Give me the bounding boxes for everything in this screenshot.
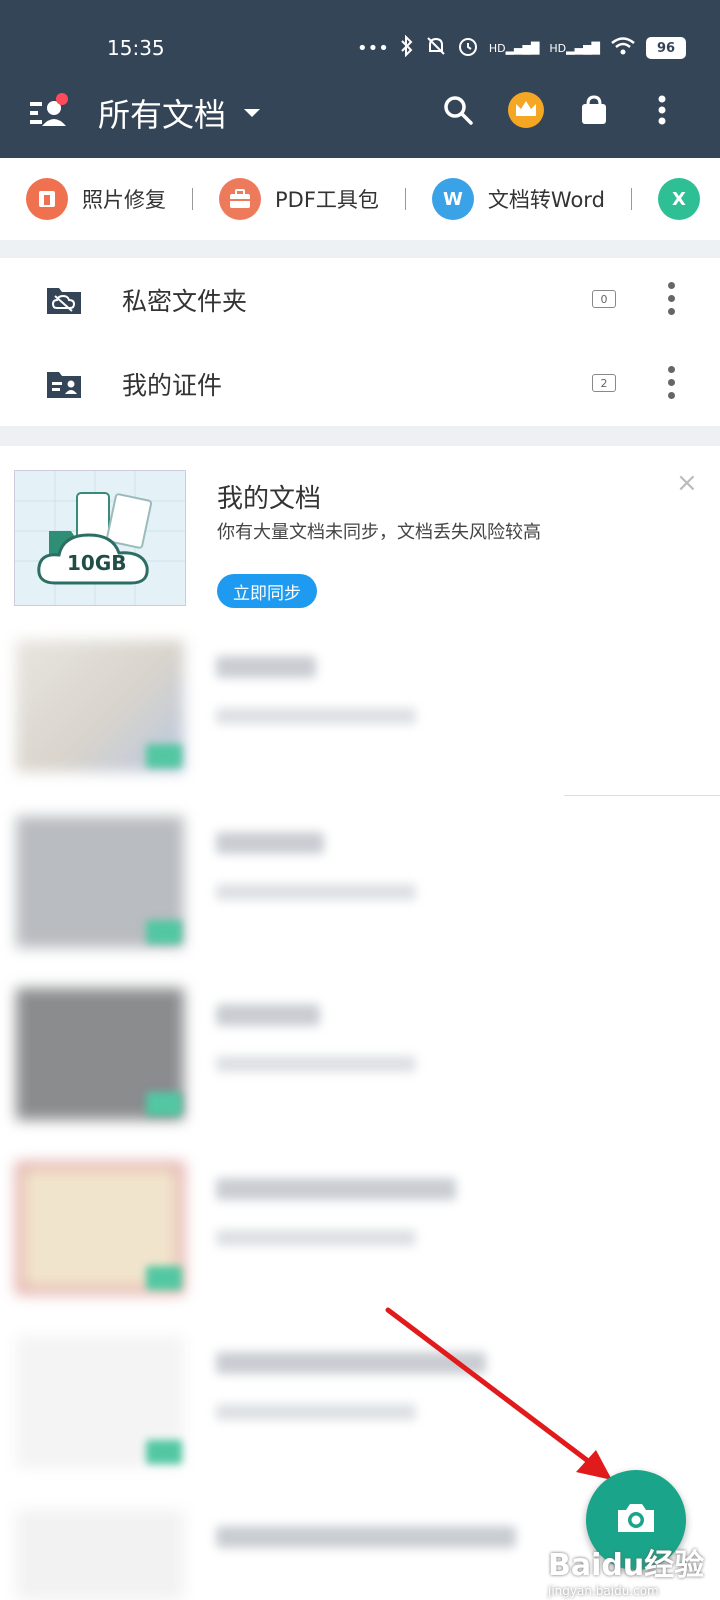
document-title (216, 1526, 516, 1548)
document-meta (216, 1230, 416, 1246)
document-thumbnail (16, 1510, 184, 1600)
word-icon: W (431, 178, 474, 220)
section-gap (0, 426, 720, 446)
page-count-badge (146, 920, 182, 944)
divider (630, 188, 632, 210)
close-icon[interactable]: × (676, 468, 698, 498)
promo-title: 我的文档 (217, 484, 322, 514)
document-item[interactable] (0, 1316, 720, 1492)
folder-count-badge: 0 (592, 290, 616, 308)
mute-icon (425, 35, 447, 62)
battery-icon: 96 (646, 37, 686, 59)
user-menu-icon[interactable] (28, 90, 72, 134)
tool-excel[interactable]: X (657, 178, 700, 220)
sync-promo-card: 10GB 我的文档 你有大量文档未同步，文档丢失风险较高 立即同步 × (0, 446, 720, 624)
more-notifications-icon: ••• (356, 37, 389, 59)
folder-more-icon[interactable] (668, 366, 676, 399)
id-card-folder-icon (46, 368, 82, 400)
tool-doc-to-word[interactable]: W 文档转Word (431, 178, 605, 220)
camera-icon (614, 1500, 658, 1540)
folder-private[interactable]: 私密文件夹 0 (0, 258, 720, 343)
document-title (216, 1352, 486, 1374)
tool-photo-repair[interactable]: 照片修复 (26, 178, 166, 220)
section-gap (0, 240, 720, 258)
document-item[interactable] (0, 796, 720, 972)
cloud-storage-illustration: 10GB (14, 470, 186, 606)
toolbar: 所有文档 (0, 82, 720, 142)
excel-icon: X (657, 178, 700, 220)
tool-label: PDF工具包 (275, 188, 379, 212)
divider (404, 188, 406, 210)
folder-my-ids[interactable]: 我的证件 2 (0, 342, 720, 427)
more-menu-icon[interactable] (640, 88, 684, 132)
tool-pdf-toolkit[interactable]: PDF工具包 (219, 178, 379, 220)
folder-more-icon[interactable] (668, 282, 676, 315)
status-icons: ••• HD▂▄▆█ HD▂▄▆█ 96 (357, 34, 686, 62)
storage-size-label: 10GB (67, 551, 127, 575)
document-item[interactable] (0, 1142, 720, 1318)
page-count-badge (146, 744, 182, 768)
baidu-watermark: Baidu经验 jingyan.baidu.com (548, 1548, 705, 1598)
document-meta (216, 1056, 416, 1072)
signal-icon-2: HD▂▄▆█ (549, 41, 600, 55)
document-meta (216, 884, 416, 900)
briefcase-icon (219, 178, 261, 220)
document-title (216, 656, 316, 678)
tool-label: 文档转Word (487, 188, 605, 212)
folder-count-badge: 2 (592, 374, 616, 392)
folder-name: 我的证件 (122, 371, 223, 400)
document-title (216, 832, 324, 854)
document-item[interactable] (0, 620, 720, 796)
chevron-down-icon (244, 109, 261, 117)
cloud-off-folder-icon (46, 284, 82, 316)
document-item[interactable] (0, 968, 720, 1144)
document-meta (216, 708, 416, 724)
tool-label: 照片修复 (82, 188, 166, 212)
search-icon[interactable] (436, 88, 480, 132)
folder-title-dropdown[interactable]: 所有文档 (98, 90, 261, 136)
bluetooth-icon (399, 34, 415, 62)
promo-description: 你有大量文档未同步，文档丢失风险较高 (217, 522, 541, 543)
page-count-badge (146, 1440, 182, 1464)
page-count-badge (146, 1266, 182, 1290)
page-count-badge (146, 1092, 182, 1116)
divider (192, 188, 193, 210)
document-meta (216, 1404, 416, 1420)
wifi-icon (610, 36, 636, 61)
folder-name: 私密文件夹 (122, 287, 248, 316)
sync-now-button[interactable]: 立即同步 (217, 574, 317, 608)
shopping-bag-icon[interactable] (572, 88, 616, 132)
page-title: 所有文档 (98, 96, 227, 134)
document-title (216, 1004, 320, 1026)
signal-icon-1: HD▂▄▆█ (488, 41, 540, 55)
vip-crown-icon[interactable] (504, 88, 548, 132)
tools-strip: 照片修复 PDF工具包 W 文档转Word X (0, 158, 720, 240)
status-time: 15:35 (107, 36, 165, 60)
alarm-icon (457, 35, 479, 62)
photo-repair-icon (26, 178, 68, 220)
app-header: 15:35 ••• HD▂▄▆█ HD▂▄▆█ 96 所有文档 (0, 0, 720, 158)
document-title (216, 1178, 456, 1200)
